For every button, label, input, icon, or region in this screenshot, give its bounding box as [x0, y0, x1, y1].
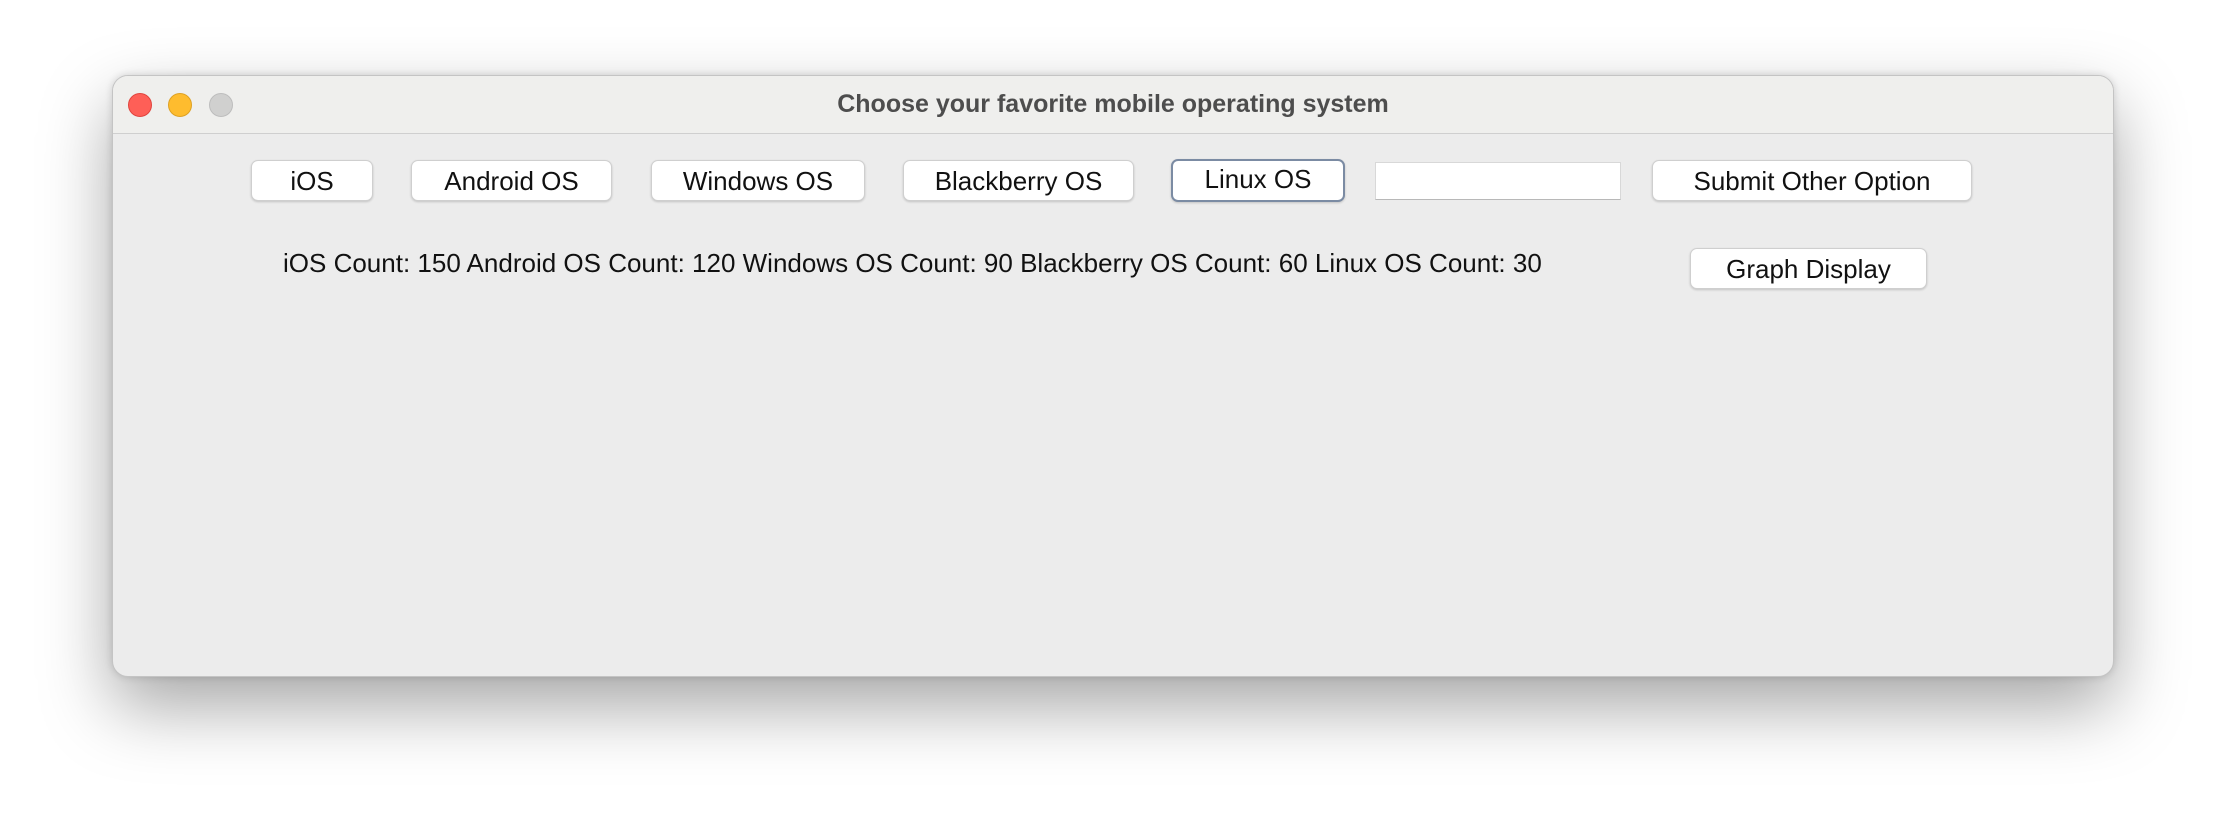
windows-os-button[interactable]: Windows OS: [651, 160, 865, 201]
android-os-button[interactable]: Android OS: [411, 160, 612, 201]
linux-os-button[interactable]: Linux OS: [1171, 159, 1345, 202]
window-title: Choose your favorite mobile operating sy…: [837, 90, 1389, 118]
title-bar: Choose your favorite mobile operating sy…: [113, 76, 2113, 134]
graph-display-button[interactable]: Graph Display: [1690, 248, 1927, 289]
submit-other-option-button[interactable]: Submit Other Option: [1652, 160, 1972, 201]
vote-counts-label: iOS Count: 150 Android OS Count: 120 Win…: [283, 248, 1542, 278]
app-window: Choose your favorite mobile operating sy…: [112, 75, 2114, 677]
blackberry-os-button[interactable]: Blackberry OS: [903, 160, 1134, 201]
other-option-input[interactable]: [1375, 162, 1621, 200]
ios-button[interactable]: iOS: [251, 160, 373, 201]
